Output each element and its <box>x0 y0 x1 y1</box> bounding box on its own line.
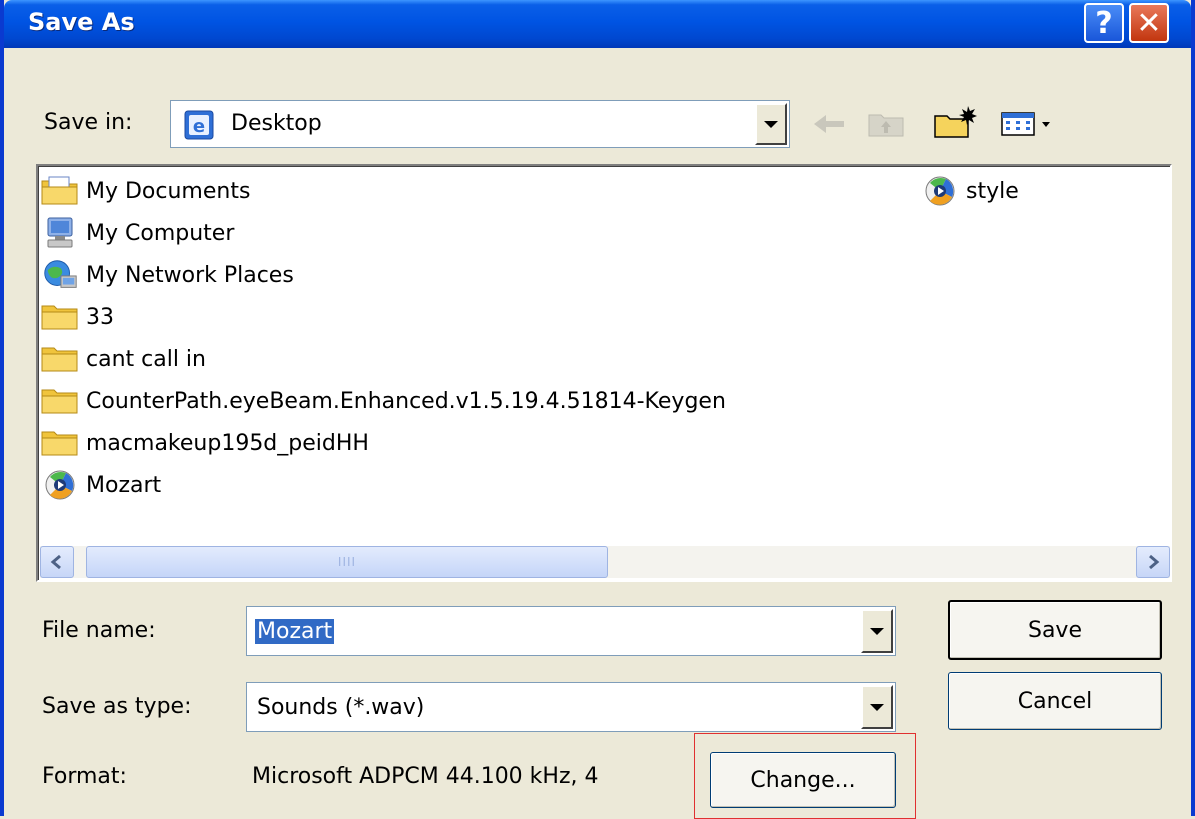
chevron-down-icon <box>870 627 884 635</box>
save-in-label: Save in: <box>44 110 133 135</box>
chevron-down-icon <box>764 120 778 128</box>
scroll-thumb[interactable]: IIII <box>86 546 608 578</box>
cancel-button[interactable]: Cancel <box>948 672 1162 730</box>
file-list-item-label: 33 <box>86 304 114 330</box>
file-list-item-label: cant call in <box>86 346 206 372</box>
save-in-dropdown[interactable]: e Desktop <box>170 100 790 148</box>
file-name-input[interactable]: Mozart <box>246 606 896 656</box>
file-list-item-label: My Network Places <box>86 262 294 288</box>
media-file-icon <box>920 174 960 208</box>
save-in-dropdown-arrow[interactable] <box>755 103 787 145</box>
network-places-icon <box>40 258 80 292</box>
file-list-item[interactable]: CounterPath.eyeBeam.Enhanced.v1.5.19.4.5… <box>38 382 726 420</box>
horizontal-scrollbar[interactable]: IIII <box>40 546 1170 578</box>
title-bar[interactable]: Save As ? ✕ <box>4 0 1191 48</box>
highlight-annotation <box>694 733 916 819</box>
window-title: Save As <box>28 8 135 36</box>
scroll-left-button[interactable] <box>40 546 74 578</box>
chevron-right-icon <box>1149 554 1160 570</box>
folder-icon <box>40 384 80 418</box>
my-computer-icon <box>40 216 80 250</box>
file-list-item-label: My Documents <box>86 178 251 204</box>
save-as-dialog: Save As ? ✕ Save in: e Desktop My Docume… <box>0 0 1195 819</box>
format-value: Microsoft ADPCM 44.100 kHz, 4 <box>252 764 599 789</box>
file-list-item[interactable]: My Network Places <box>38 256 294 294</box>
back-arrow-icon[interactable] <box>810 106 850 142</box>
help-button[interactable]: ? <box>1084 3 1124 43</box>
folder-icon <box>40 300 80 334</box>
close-icon: ✕ <box>1136 5 1162 41</box>
file-name-value: Mozart <box>255 619 335 644</box>
file-name-dropdown-arrow[interactable] <box>861 609 893 653</box>
new-folder-icon[interactable] <box>930 100 980 144</box>
help-icon: ? <box>1095 5 1113 41</box>
chevron-left-icon <box>50 554 61 570</box>
save-as-type-label: Save as type: <box>42 694 192 719</box>
save-as-type-dropdown[interactable]: Sounds (*.wav) <box>246 682 896 732</box>
file-list-item-label: My Computer <box>86 220 235 246</box>
up-folder-icon[interactable] <box>864 104 908 142</box>
cancel-button-label: Cancel <box>1017 688 1093 714</box>
save-button-label: Save <box>1027 617 1082 643</box>
folder-icon <box>40 426 80 460</box>
file-list-item-label: macmakeup195d_peidHH <box>86 430 369 456</box>
svg-text:e: e <box>193 116 205 137</box>
file-list-item[interactable]: style <box>918 172 1019 210</box>
chevron-down-icon <box>870 703 884 711</box>
save-button[interactable]: Save <box>948 600 1162 660</box>
folder-icon <box>40 342 80 376</box>
save-as-type-dropdown-arrow[interactable] <box>861 685 893 729</box>
file-list-item[interactable]: Mozart <box>38 466 161 504</box>
file-list[interactable]: My Documents My Computer My Network Places… <box>36 164 1172 582</box>
desktop-icon: e <box>183 109 215 145</box>
file-list-item-label: Mozart <box>86 472 162 498</box>
file-list-item-label: style <box>966 178 1019 204</box>
scroll-grip: IIII <box>337 555 357 569</box>
file-list-item[interactable]: My Documents <box>38 172 250 210</box>
file-list-item[interactable]: macmakeup195d_peidHH <box>38 424 369 462</box>
format-label: Format: <box>42 764 127 789</box>
save-in-value: Desktop <box>231 111 322 136</box>
views-menu-icon[interactable] <box>998 106 1062 142</box>
close-button[interactable]: ✕ <box>1129 3 1169 43</box>
file-list-item-label: CounterPath.eyeBeam.Enhanced.v1.5.19.4.5… <box>86 388 726 414</box>
media-file-icon <box>40 468 80 502</box>
file-list-item[interactable]: My Computer <box>38 214 234 252</box>
scroll-right-button[interactable] <box>1136 546 1170 578</box>
file-list-item[interactable]: cant call in <box>38 340 206 378</box>
file-name-label: File name: <box>42 618 156 643</box>
save-as-type-value: Sounds (*.wav) <box>257 695 425 720</box>
my-documents-icon <box>40 174 80 208</box>
file-list-item[interactable]: 33 <box>38 298 114 336</box>
